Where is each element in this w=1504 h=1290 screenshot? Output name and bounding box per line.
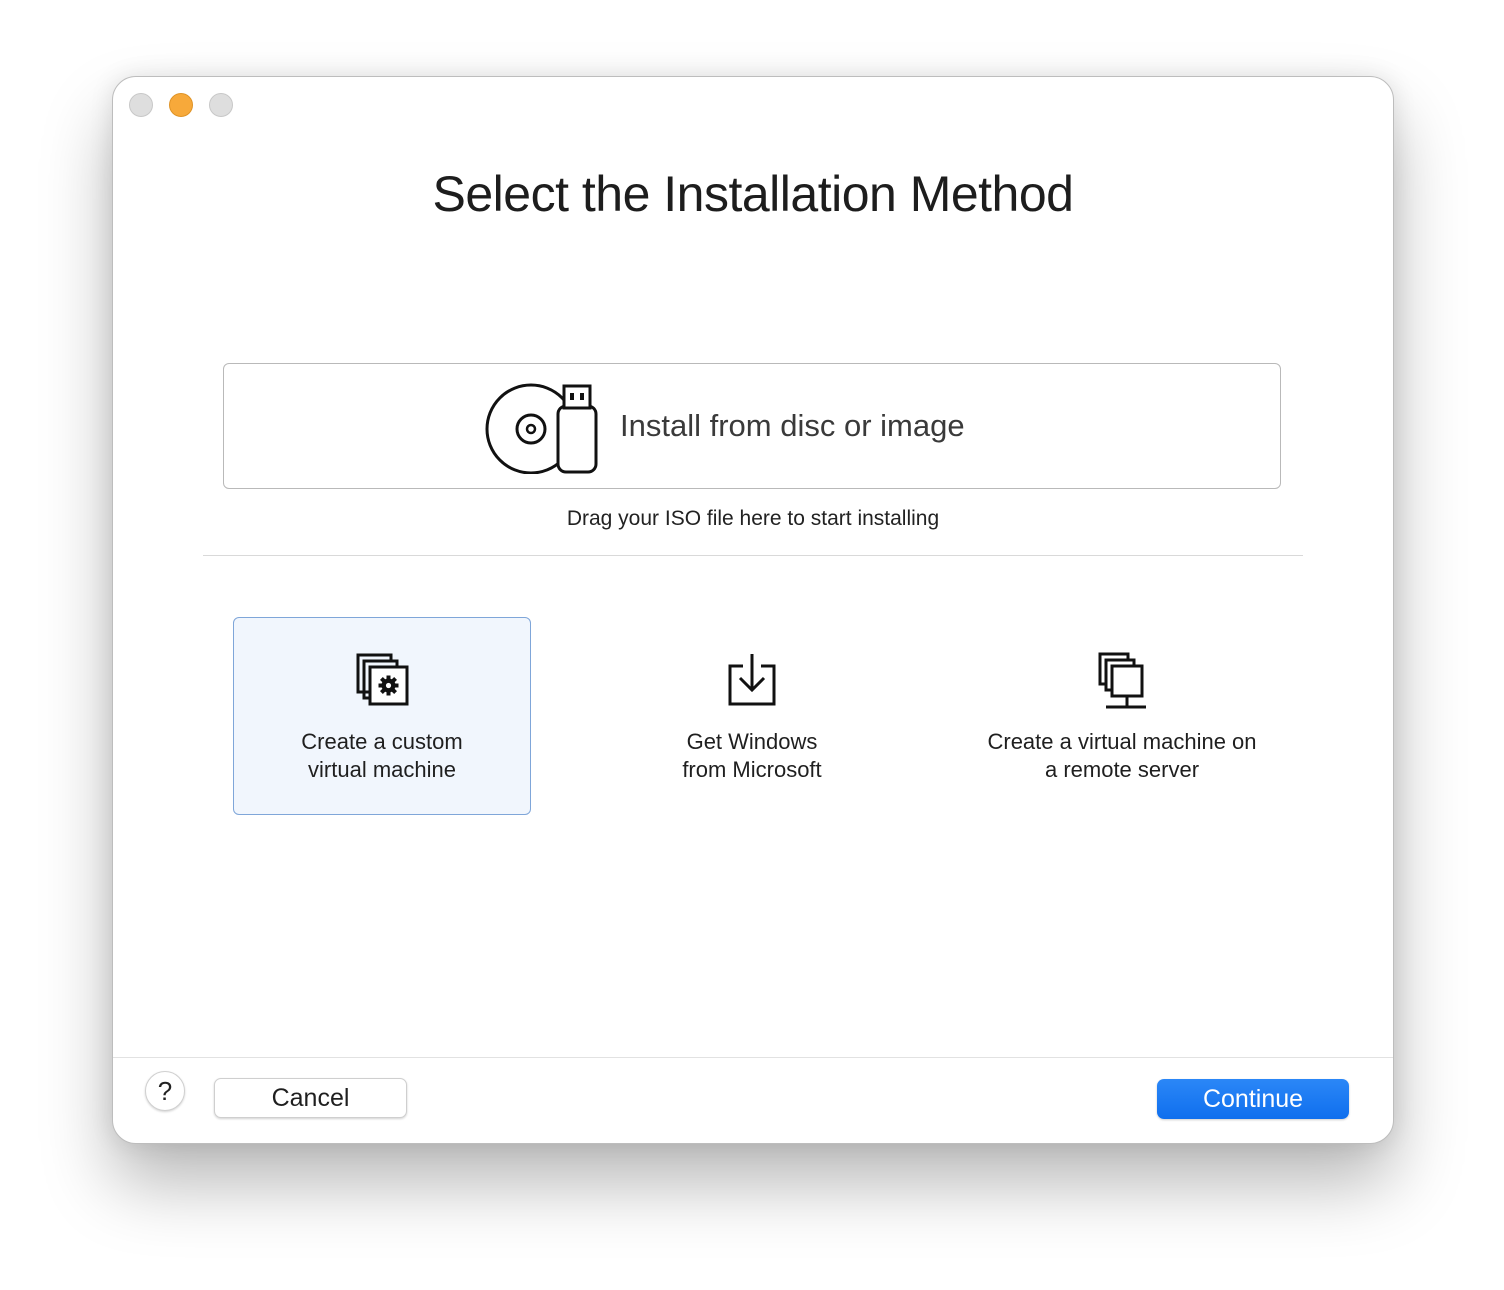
footer-divider <box>113 1057 1393 1058</box>
option-label: Create a custom virtual machine <box>234 728 530 784</box>
download-icon <box>727 652 777 713</box>
install-from-disc-dropzone[interactable]: Install from disc or image <box>223 363 1281 489</box>
option-label-line1: Create a custom <box>301 729 463 754</box>
remote-server-icon <box>1098 652 1146 715</box>
install-from-disc-label: Install from disc or image <box>620 408 965 443</box>
installation-method-window: Select the Installation Method Install f… <box>112 76 1394 1144</box>
section-divider <box>203 555 1303 556</box>
option-label-line1: Get Windows <box>686 729 818 754</box>
option-get-windows[interactable]: Get Windows from Microsoft <box>603 617 901 815</box>
option-label-line2: from Microsoft <box>682 757 822 782</box>
close-window-button[interactable] <box>129 93 153 117</box>
zoom-window-button[interactable] <box>209 93 233 117</box>
help-button[interactable]: ? <box>145 1071 185 1111</box>
vm-gear-icon <box>355 652 409 711</box>
drag-iso-hint: Drag your ISO file here to start install… <box>566 507 940 530</box>
cancel-button[interactable]: Cancel <box>214 1078 407 1118</box>
window-controls <box>129 93 233 117</box>
option-label-line2: virtual machine <box>308 757 456 782</box>
option-create-custom-vm[interactable]: Create a custom virtual machine <box>233 617 531 815</box>
minimize-window-button[interactable] <box>169 93 193 117</box>
disc-usb-icon <box>484 380 600 479</box>
continue-button[interactable]: Continue <box>1157 1079 1349 1119</box>
option-label-line2: a remote server <box>1044 757 1200 782</box>
option-label: Create a virtual machine on a remote ser… <box>974 728 1270 784</box>
page-title: Select the Installation Method <box>432 166 1074 222</box>
option-label-line1: Create a virtual machine on <box>987 729 1257 754</box>
option-label: Get Windows from Microsoft <box>604 728 900 784</box>
option-remote-server[interactable]: Create a virtual machine on a remote ser… <box>973 617 1271 815</box>
